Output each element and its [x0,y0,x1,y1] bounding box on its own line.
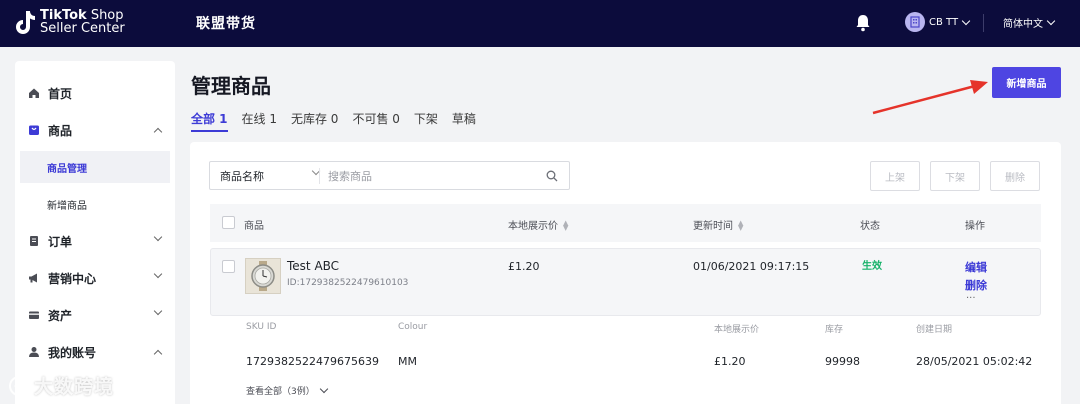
product-name[interactable]: Test ABC [287,259,339,273]
tab-delisted[interactable]: 下架 [414,110,438,132]
sidebar-item-my-account[interactable]: 我的账号 [15,335,175,369]
header-product: 商品 [244,221,264,232]
status-badge: 生效 [862,261,882,272]
bell-icon[interactable] [855,14,871,32]
user-icon [29,347,39,357]
sidebar-item-label: 新增商品 [47,200,87,212]
avatar [905,12,925,32]
tab-drafts[interactable]: 草稿 [452,110,476,132]
chevron-down-icon [153,269,163,279]
tab-unavailable[interactable]: 不可售 0 [352,110,399,132]
tab-online[interactable]: 在线 1 [242,110,277,132]
product-id: ID:1729382522479610103 [287,278,409,288]
watermark-logo-icon [9,375,29,396]
view-all-skus-link[interactable]: 查看全部（3例） [246,384,328,397]
header-updated[interactable]: 更新时间 ▲ ▼ [693,217,744,233]
chevron-down-icon [961,16,971,25]
sku-stock-value: 99998 [825,355,860,368]
chevron-down-icon [153,232,163,242]
building-icon [910,16,920,28]
tab-all[interactable]: 全部 1 [191,110,228,132]
add-product-button[interactable]: 新增商品 [992,67,1061,98]
delist-button[interactable]: 下架 [930,161,980,191]
sidebar-item-home[interactable]: 首页 [15,76,175,110]
language-selector[interactable]: 简体中文 [1003,15,1056,30]
chevron-down-icon [319,384,328,394]
sidebar-item-assets[interactable]: 资产 [15,298,175,332]
sku-colour-value: MM [398,355,417,368]
watermark: 大数跨境 [8,372,114,399]
view-all-label: 查看全部（3例） [246,387,315,397]
logo-seller-center-text: Seller Center [40,21,125,36]
product-thumbnail[interactable] [245,258,281,294]
language-label: 简体中文 [1003,19,1043,30]
sku-id-value: 1729382522479675639 [246,355,379,368]
sku-created-value: 28/05/2021 05:02:42 [916,355,1033,368]
delete-button[interactable]: 删除 [990,161,1040,191]
sidebar-item-label: 我的账号 [48,345,97,360]
header-status: 状态 [860,221,880,232]
sidebar-item-manage-products[interactable]: 商品管理 [20,151,170,183]
row-checkbox[interactable] [222,260,235,273]
divider [319,168,320,184]
sidebar-item-products[interactable]: 商品 [15,113,175,147]
product-price: £1.20 [508,260,540,273]
header-price-label: 本地展示价 [508,221,558,232]
search-input[interactable] [328,166,538,186]
sku-header-stock: 库存 [825,325,844,335]
more-actions-icon[interactable]: ... [966,290,976,301]
page-title: 管理商品 [191,74,271,98]
nav-affiliate[interactable]: 联盟带货 [196,13,256,33]
search-field-select[interactable]: 商品名称 [220,168,264,184]
watch-image [251,261,275,291]
tiktok-shop-logo[interactable]: TikTok Shop Seller Center [14,9,125,35]
sidebar-item-label: 商品管理 [47,163,87,175]
wallet-icon [29,311,39,319]
top-navbar: TikTok Shop Seller Center 联盟带货 CB TT 简体中… [0,0,1080,47]
header-updated-label: 更新时间 [693,221,733,232]
sidebar-item-label: 订单 [48,234,73,249]
tiktok-logo-icon [16,11,35,34]
search-icon[interactable] [546,170,558,182]
status-tabs: 全部 1 在线 1 无库存 0 不可售 0 下架 草稿 [191,110,490,132]
edit-link[interactable]: 编辑 [965,259,987,275]
sku-header-colour: Colour [398,322,428,332]
tab-out-of-stock[interactable]: 无库存 0 [291,110,338,132]
product-updated-time: 01/06/2021 09:17:15 [693,260,810,273]
user-menu[interactable]: CB TT [905,12,971,32]
sort-icon: ▲ ▼ [563,219,569,232]
list-button[interactable]: 上架 [870,161,920,191]
chevron-up-icon [153,349,163,359]
sidebar-item-marketing[interactable]: 营销中心 [15,261,175,295]
header-price[interactable]: 本地展示价 ▲ ▼ [508,217,569,233]
chevron-down-icon [153,306,163,316]
table-header: 商品 本地展示价 ▲ ▼ 更新时间 ▲ ▼ 状态 操作 [210,204,1041,242]
order-icon [30,236,38,246]
sku-price-value: £1.20 [714,355,746,368]
sidebar-item-add-product[interactable]: 新增商品 [20,188,170,220]
sort-icon: ▲ ▼ [738,219,744,232]
sku-header-created: 创建日期 [916,325,953,335]
chevron-down-icon [1046,16,1056,26]
sidebar-item-orders[interactable]: 订单 [15,224,175,258]
marketing-icon [29,273,37,283]
search-bar: 商品名称 [209,161,570,190]
sku-header-price: 本地展示价 [714,325,760,335]
product-icon [29,125,39,135]
chevron-up-icon [153,127,163,137]
sku-header-id: SKU ID [246,322,277,332]
sidebar-item-label: 营销中心 [48,271,97,286]
select-all-checkbox[interactable] [222,216,235,229]
sidebar-item-label: 资产 [48,308,73,323]
watermark-text: 大数跨境 [34,376,115,398]
user-name: CB TT [929,16,959,28]
sidebar-item-label: 首页 [48,86,73,101]
divider [983,14,984,32]
header-operations: 操作 [965,221,985,232]
home-icon [29,88,39,98]
sidebar-item-label: 商品 [48,123,73,138]
